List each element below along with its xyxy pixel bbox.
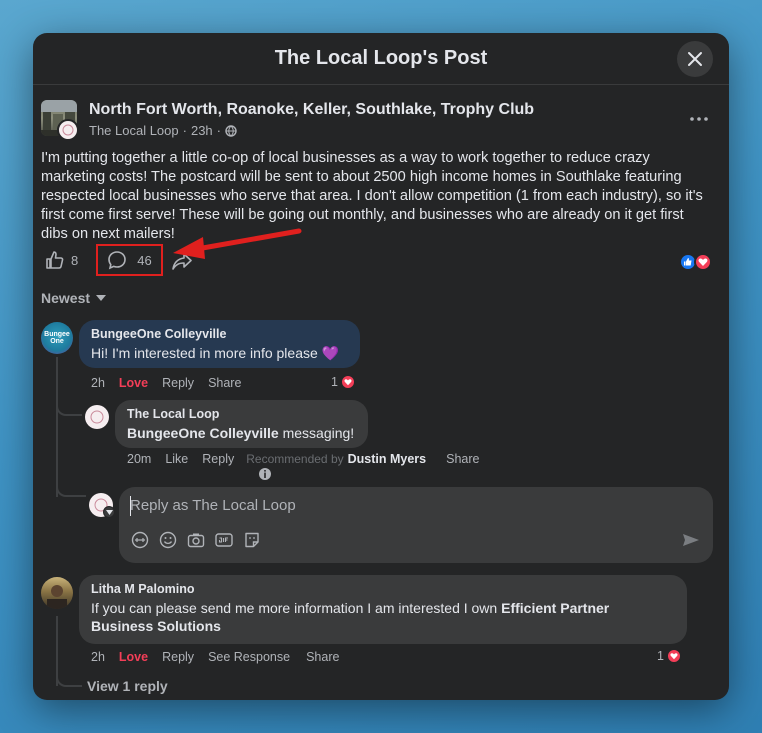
- comment-text: Hi! I'm interested in more info please 💜: [91, 345, 340, 361]
- like-button[interactable]: 8: [45, 250, 78, 270]
- view-replies-link[interactable]: View 1 reply: [87, 678, 168, 694]
- annotation-arrow: [173, 228, 302, 259]
- love-button-2[interactable]: Love: [119, 650, 148, 664]
- modal-title: The Local Loop's Post: [274, 47, 488, 69]
- reply-placeholder: Reply as The Local Loop: [130, 497, 296, 514]
- thumbs-up-icon: [46, 251, 64, 269]
- more-options-button[interactable]: [685, 109, 713, 129]
- reply-reply-button[interactable]: Reply: [202, 452, 234, 466]
- reply-author-name[interactable]: The Local Loop: [127, 407, 356, 421]
- share-comment-button[interactable]: Share: [208, 376, 241, 390]
- more-icon: [690, 117, 708, 121]
- sort-label: Newest: [41, 290, 91, 306]
- post-author[interactable]: The Local Loop: [89, 123, 179, 138]
- commenter-name-2[interactable]: Litha M Palomino: [91, 582, 675, 596]
- recommender-name[interactable]: Dustin Myers: [348, 452, 427, 466]
- comment-text-plain: If you can please send me more informati…: [91, 600, 502, 616]
- commenter-avatar-2[interactable]: [41, 577, 73, 609]
- avatar-sticker-icon[interactable]: [131, 531, 149, 549]
- post-modal: The Local Loop's Post North Fort Worth, …: [33, 33, 729, 700]
- chevron-down-icon: [96, 295, 107, 301]
- comment-text-2: If you can please send me more informati…: [91, 599, 675, 635]
- comment-actions: 2h Love Reply Share: [91, 376, 255, 390]
- post-meta: The Local Loop · 23h ·: [89, 123, 237, 138]
- post-time[interactable]: 23h: [191, 123, 213, 138]
- camera-icon[interactable]: [187, 531, 205, 549]
- heart-icon-2: [665, 648, 682, 664]
- thread-connector-2: [56, 479, 86, 497]
- reply-input[interactable]: Reply as The Local Loop: [119, 487, 713, 563]
- reply-bubble: The Local Loop BungeeOne Colleyville mes…: [115, 400, 368, 448]
- reply-avatar[interactable]: [85, 405, 109, 429]
- close-icon: [688, 52, 702, 66]
- share-comment-button-2[interactable]: Share: [306, 650, 339, 664]
- comment-sort-dropdown[interactable]: Newest: [41, 290, 107, 306]
- gif-icon[interactable]: [215, 531, 233, 549]
- commenter-name[interactable]: BungeeOne Colleyville: [91, 327, 348, 341]
- sticker-icon[interactable]: [243, 531, 261, 549]
- group-name[interactable]: North Fort Worth, Roanoke, Keller, South…: [89, 101, 534, 119]
- thread-connector-3: [56, 671, 82, 687]
- reply-button-2[interactable]: Reply: [162, 650, 194, 664]
- share-reply-button[interactable]: Share: [446, 452, 479, 466]
- page-avatar[interactable]: [57, 119, 79, 141]
- info-icon[interactable]: [259, 468, 271, 480]
- close-button[interactable]: [677, 41, 713, 77]
- like-reply-button[interactable]: Like: [165, 452, 188, 466]
- reply-actions: 20m Like Reply Recommended by Dustin Mye…: [127, 452, 493, 466]
- love-icon: [694, 253, 712, 271]
- reply-button[interactable]: Reply: [162, 376, 194, 390]
- comment-count: 46: [137, 252, 152, 268]
- comment-button[interactable]: 46: [96, 244, 163, 276]
- comment-icon: [108, 251, 127, 270]
- thread-connector: [56, 396, 82, 416]
- globe-icon: [225, 124, 237, 137]
- comment-bubble-2: Litha M Palomino If you can please send …: [79, 575, 687, 644]
- send-button[interactable]: [683, 533, 699, 552]
- like-count: 8: [71, 252, 79, 268]
- reply-text: BungeeOne Colleyville messaging!: [127, 424, 356, 442]
- reply-text-rest: messaging!: [278, 425, 355, 441]
- avatar-text: Bungee One: [44, 331, 70, 345]
- commenter-avatar[interactable]: Bungee One: [41, 322, 73, 354]
- composer-tools: [131, 531, 261, 549]
- reply-time[interactable]: 20m: [127, 452, 151, 466]
- profile-switch-icon[interactable]: [103, 506, 115, 518]
- post-text: I'm putting together a little co-op of l…: [41, 150, 703, 242]
- reaction-count: 1: [331, 375, 338, 389]
- reaction-count-2: 1: [657, 649, 664, 663]
- comment-reaction-count-2[interactable]: 1: [657, 648, 682, 664]
- emoji-icon[interactable]: [159, 531, 177, 549]
- send-icon: [683, 534, 699, 546]
- love-button[interactable]: Love: [119, 376, 148, 390]
- see-response-button[interactable]: See Response: [208, 650, 290, 664]
- recommended-label: Recommended by: [246, 452, 344, 466]
- comment-actions-2: 2h Love Reply See Response Share: [91, 650, 353, 664]
- comment-time-2[interactable]: 2h: [91, 650, 105, 664]
- comment-time[interactable]: 2h: [91, 376, 105, 390]
- comment-reaction-count[interactable]: 1: [331, 374, 356, 390]
- meta-separator: ·: [182, 123, 187, 138]
- reaction-summary[interactable]: [679, 253, 717, 273]
- mentioned-name[interactable]: BungeeOne Colleyville: [127, 425, 279, 441]
- heart-icon: [339, 374, 356, 390]
- thread-line: [56, 357, 58, 497]
- modal-header: The Local Loop's Post: [33, 33, 729, 85]
- meta-separator-2: ·: [216, 123, 222, 138]
- comment-bubble: BungeeOne Colleyville Hi! I'm interested…: [79, 320, 360, 368]
